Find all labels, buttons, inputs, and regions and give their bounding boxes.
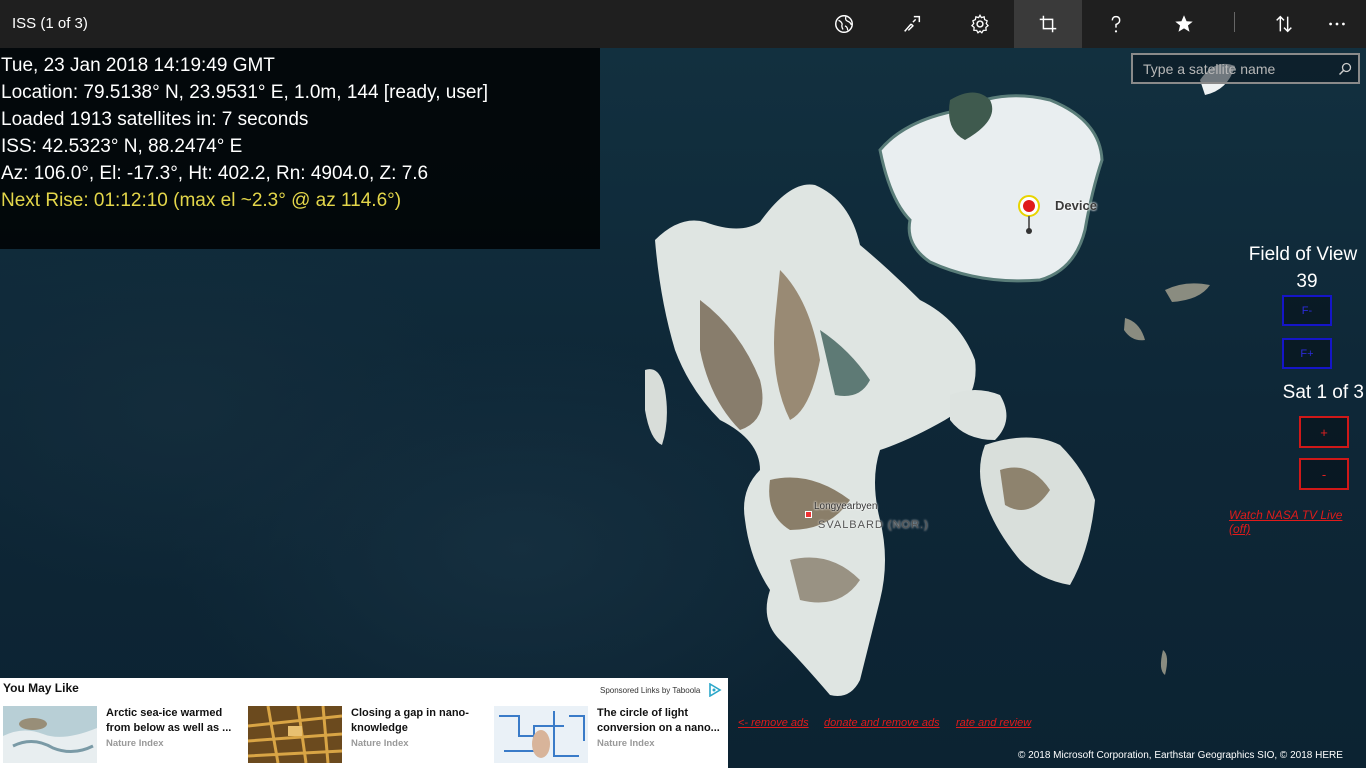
device-location-pin[interactable] (1018, 195, 1040, 217)
az-el-text: Az: 106.0°, El: -17.3°, Ht: 402.2, Rn: 4… (1, 163, 429, 184)
help-icon (1111, 15, 1121, 33)
toolbar-divider (1234, 12, 1235, 32)
location-text: Location: 79.5138° N, 23.9531° E, 1.0m, … (1, 82, 488, 103)
track-icon (904, 15, 921, 32)
next-rise-text: Next Rise: 01:12:10 (max el ~2.3° @ az 1… (1, 190, 402, 211)
ad-title: The circle of light conversion on a nano… (597, 707, 720, 734)
ad-sponsor-text[interactable]: Sponsored Links by Taboola (600, 686, 700, 695)
top-app-bar: ISS (1 of 3) (0, 0, 1366, 48)
nasa-tv-link[interactable]: Watch NASA TV Live (off) (1229, 508, 1366, 536)
ad-panel: You May Like Sponsored Links by Taboola … (0, 678, 728, 768)
field-of-view-value: 39 (1296, 271, 1318, 292)
fov-decrease-button[interactable]: F- (1282, 295, 1332, 326)
crop-icon (1039, 15, 1057, 33)
map-copyright: © 2018 Microsoft Corporation, Earthstar … (1018, 750, 1343, 761)
search-icon[interactable] (1332, 56, 1358, 82)
donate-link[interactable]: donate and remove ads (824, 717, 940, 729)
datetime-text: Tue, 23 Jan 2018 14:19:49 GMT (1, 55, 275, 76)
help-button[interactable] (1082, 0, 1150, 48)
town-label: Longyearbyen (814, 501, 878, 512)
satellite-search-box (1131, 53, 1360, 84)
crop-button[interactable] (1014, 0, 1082, 48)
field-of-view-label: Field of View (1248, 244, 1358, 265)
satellite-search-input[interactable] (1133, 55, 1332, 82)
remove-ads-link[interactable]: <- remove ads (738, 717, 809, 729)
app-title: ISS (1 of 3) (12, 15, 88, 32)
settings-button[interactable] (946, 0, 1014, 48)
rate-review-link[interactable]: rate and review (956, 717, 1031, 729)
star-icon (1175, 15, 1193, 32)
sort-icon (1276, 15, 1292, 33)
gear-icon (971, 14, 989, 34)
fov-increase-button[interactable]: F+ (1282, 338, 1332, 369)
loaded-satellites-text: Loaded 1913 satellites in: 7 seconds (1, 109, 309, 130)
ad-item[interactable]: The circle of light conversion on a nano… (494, 706, 734, 764)
device-pin-anchor (1026, 228, 1032, 234)
ad-title: Arctic sea-ice warmed from below as well… (106, 707, 232, 734)
ad-thumbnail-image (3, 706, 97, 763)
ad-thumbnail-image (494, 706, 588, 763)
device-label: Device (1055, 198, 1097, 213)
satellite-info-panel: Tue, 23 Jan 2018 14:19:49 GMT Location: … (0, 48, 600, 249)
ad-thumbnail-image (248, 706, 342, 763)
ad-source: Nature Index (351, 738, 409, 749)
ad-title: Closing a gap in nano-knowledge (351, 707, 469, 734)
ad-source: Nature Index (597, 738, 655, 749)
satellite-counter: Sat 1 of 3 (1282, 382, 1364, 403)
iss-position-text: ISS: 42.5323° N, 88.2474° E (1, 136, 243, 157)
region-label: SVALBARD (NOR.) (818, 519, 929, 531)
ad-item[interactable]: Closing a gap in nano-knowledge Nature I… (248, 706, 488, 764)
town-marker (805, 511, 812, 518)
more-icon (1329, 22, 1345, 26)
adchoices-icon[interactable] (708, 683, 722, 697)
ad-header: You May Like (3, 681, 79, 695)
ad-item[interactable]: Arctic sea-ice warmed from below as well… (3, 706, 243, 764)
globe-button[interactable] (810, 0, 878, 48)
ad-source: Nature Index (106, 738, 164, 749)
favorites-button[interactable] (1150, 0, 1218, 48)
globe-icon (835, 15, 853, 33)
track-button[interactable] (878, 0, 946, 48)
more-button[interactable] (1308, 0, 1366, 48)
previous-satellite-button[interactable]: - (1299, 458, 1349, 490)
device-pin-dot (1023, 200, 1035, 212)
next-satellite-button[interactable]: + (1299, 416, 1349, 448)
